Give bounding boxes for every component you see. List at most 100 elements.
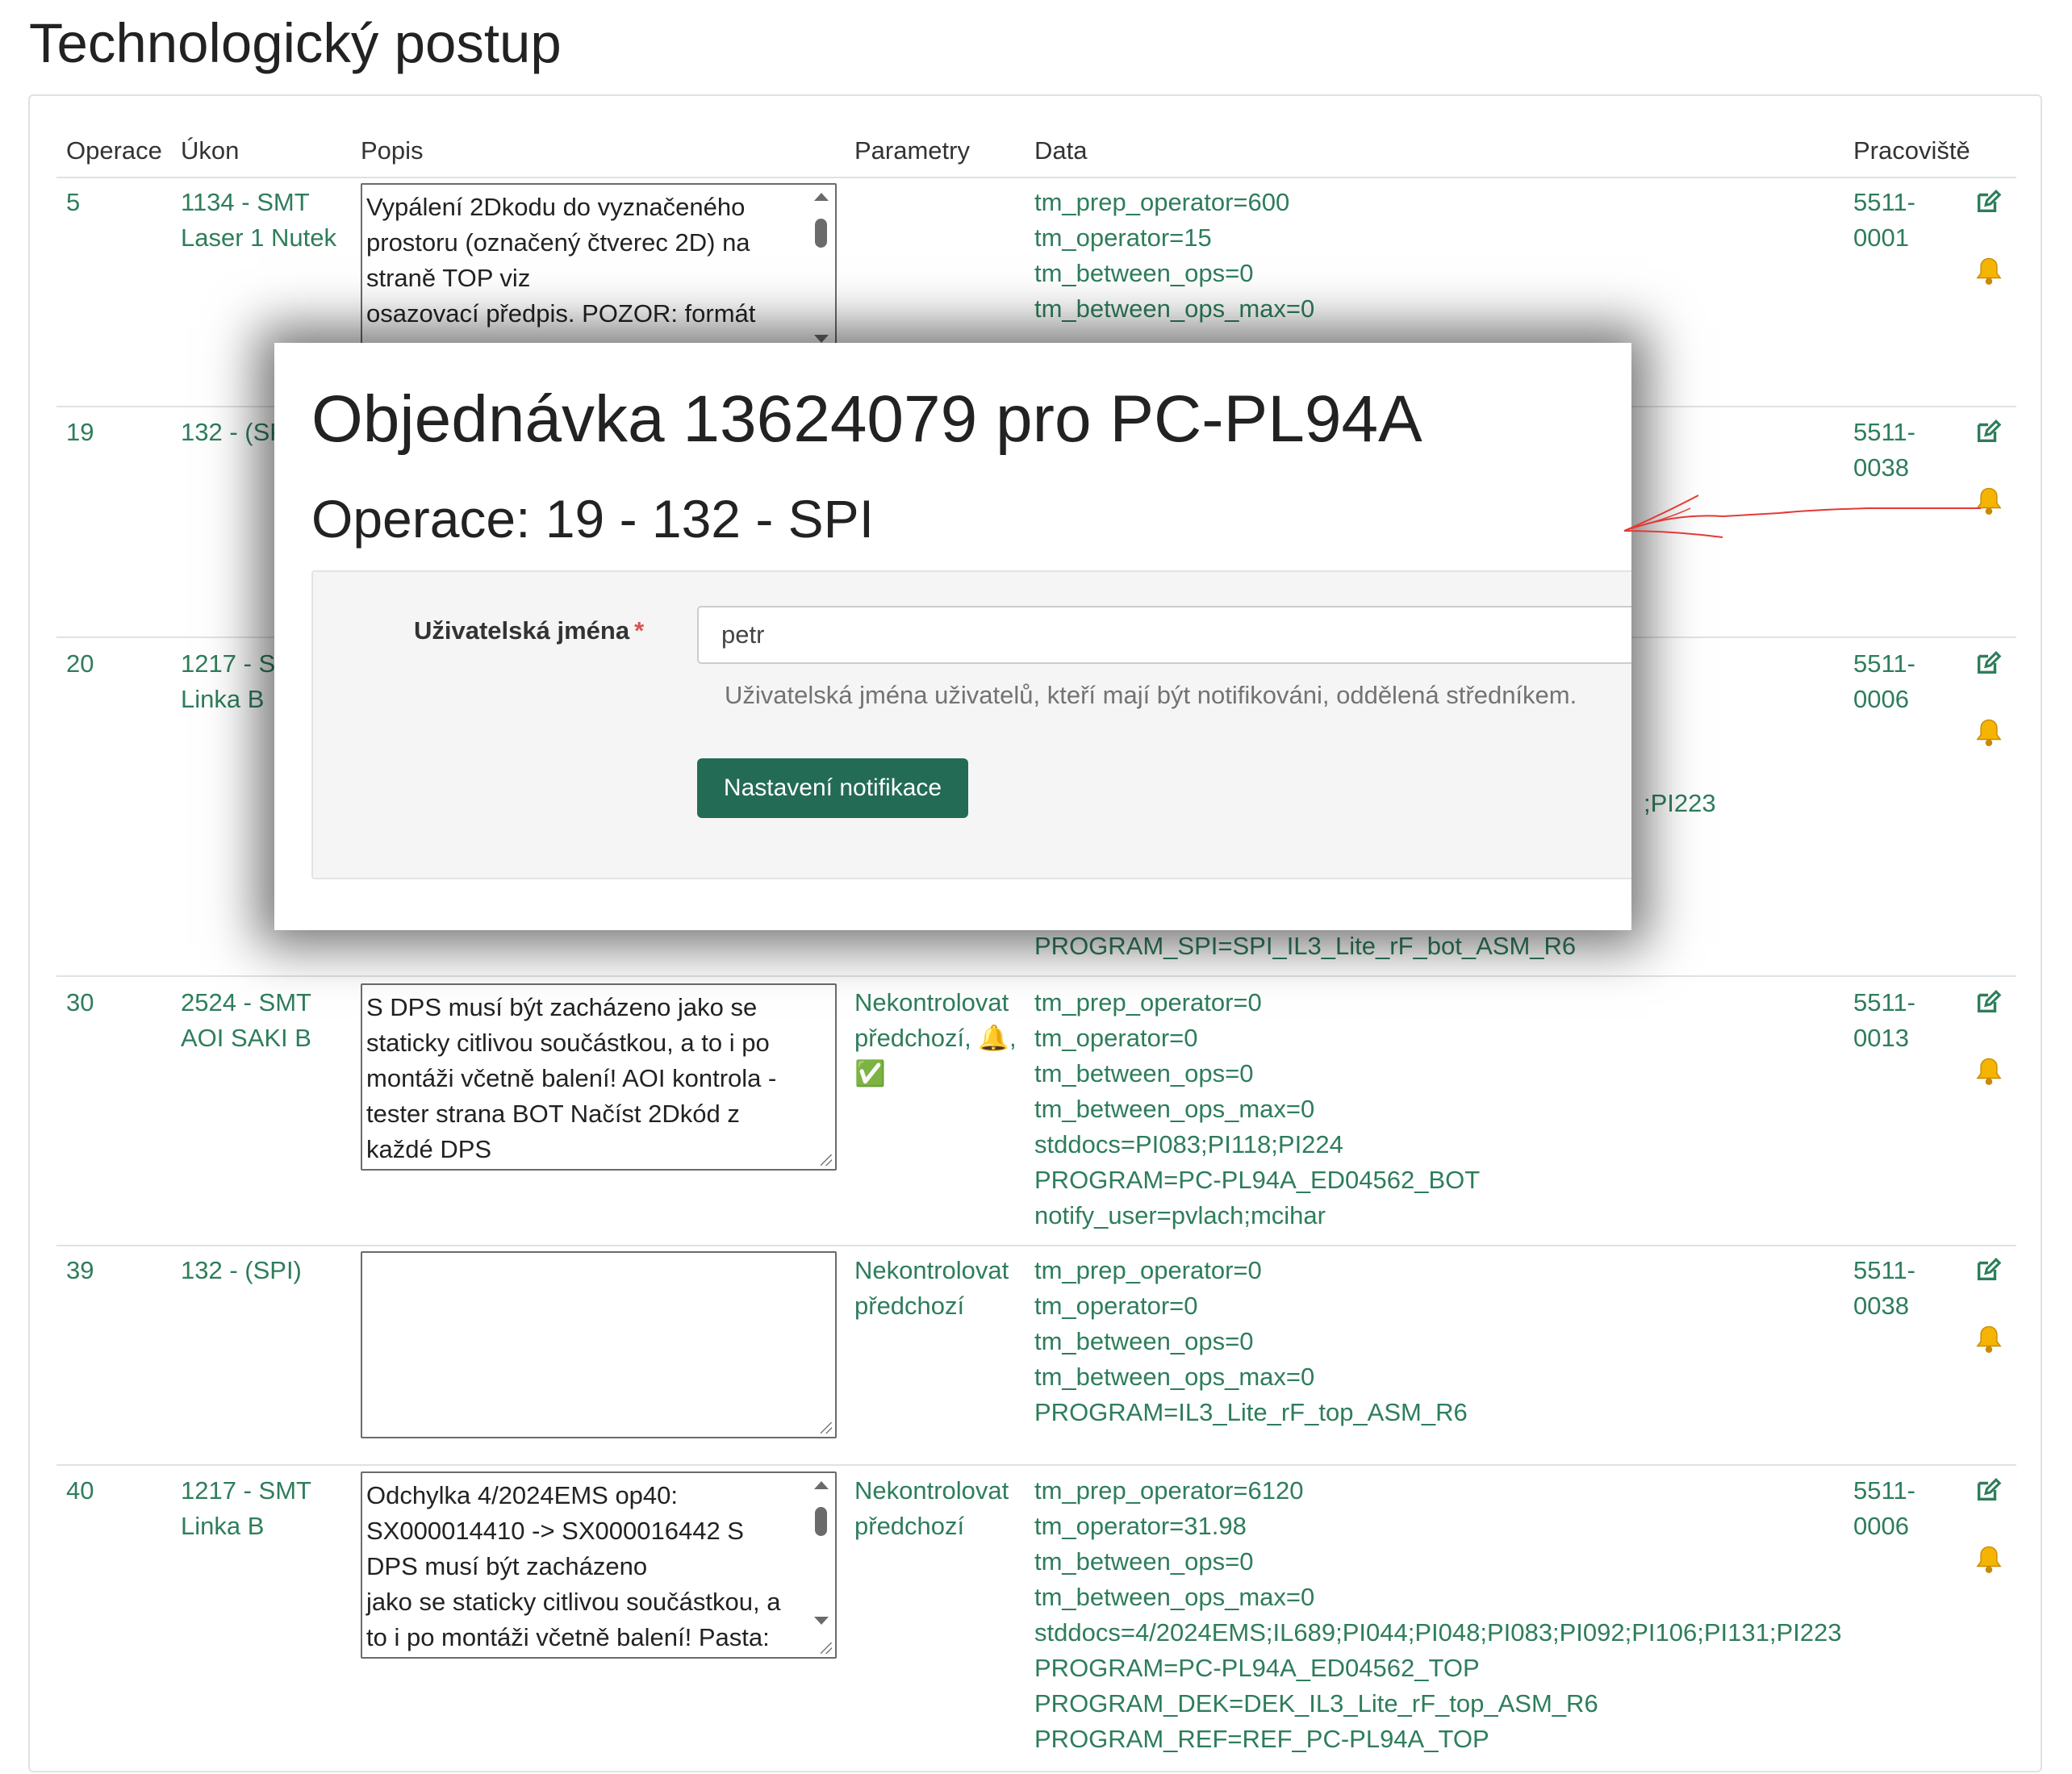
op-number[interactable]: 39 bbox=[66, 1253, 94, 1288]
ukon-line: 1217 - SMT bbox=[181, 1476, 311, 1505]
bell-icon[interactable] bbox=[1975, 1544, 2003, 1575]
data-line: tm_between_ops=0 bbox=[1034, 1327, 1254, 1355]
data-line: tm_between_ops=0 bbox=[1034, 1059, 1254, 1087]
edit-icon[interactable] bbox=[1974, 418, 2002, 445]
param-line: předchozí bbox=[854, 1292, 965, 1320]
pracoviste-line: 0001 bbox=[1853, 223, 1909, 252]
ukon-link[interactable]: 1217 - S Linka B bbox=[181, 646, 275, 717]
popis-textarea[interactable] bbox=[361, 1251, 837, 1438]
bell-icon[interactable] bbox=[1975, 1324, 2003, 1355]
data-line: PROGRAM=IL3_Lite_rF_top_ASM_R6 bbox=[1034, 1398, 1468, 1426]
data-line: PROGRAM_DEK=DEK_IL3_Lite_rF_top_ASM_R6 bbox=[1034, 1689, 1598, 1718]
ukon-link[interactable]: 132 - (SPI) bbox=[181, 1253, 302, 1288]
notification-modal: Objednávka 13624079 pro PC-PL94A Operace… bbox=[274, 343, 1631, 930]
scroll-down-icon[interactable] bbox=[814, 1617, 829, 1625]
check-icon: ✅ bbox=[854, 1059, 886, 1087]
data-list: tm_prep_operator=600 tm_operator=15 tm_b… bbox=[1034, 185, 1314, 327]
annotation-arrow-icon bbox=[1623, 495, 1981, 538]
scroll-down-icon[interactable] bbox=[814, 335, 829, 343]
ukon-line: Laser 1 Nutek bbox=[181, 223, 336, 252]
header-parametry: Parametry bbox=[854, 136, 970, 165]
parametry-list: Nekontrolovat předchozí, 🔔, ✅ bbox=[854, 985, 1017, 1092]
ukon-link[interactable]: 2524 - SMT AOI SAKI B bbox=[181, 985, 311, 1056]
edit-icon[interactable] bbox=[1974, 188, 2002, 215]
pracoviste-line: 0038 bbox=[1853, 1292, 1909, 1320]
data-line: tm_between_ops_max=0 bbox=[1034, 1583, 1315, 1611]
header-data: Data bbox=[1034, 136, 1088, 165]
pracoviste-line: 5511- bbox=[1853, 418, 1915, 446]
data-line: PROGRAM=PC-PL94A_ED04562_TOP bbox=[1034, 1654, 1480, 1682]
op-number[interactable]: 19 bbox=[66, 415, 94, 450]
header-divider bbox=[56, 177, 2016, 178]
scroll-up-icon[interactable] bbox=[814, 193, 829, 201]
usernames-label-text: Uživatelská jména bbox=[414, 616, 630, 645]
pracoviste-link[interactable]: 5511- 0006 bbox=[1853, 1473, 1915, 1544]
resize-handle-icon[interactable] bbox=[821, 1643, 832, 1654]
op-number[interactable]: 20 bbox=[66, 646, 94, 682]
edit-icon[interactable] bbox=[1974, 988, 2002, 1016]
modal-title: Objednávka 13624079 pro PC-PL94A bbox=[311, 382, 1422, 456]
resize-handle-icon[interactable] bbox=[821, 1422, 832, 1434]
header-pracoviste: Pracoviště bbox=[1853, 136, 1970, 165]
data-line: ;PI223 bbox=[1644, 789, 1716, 817]
data-list: tm_prep_operator=0 tm_operator=0 tm_betw… bbox=[1034, 985, 1480, 1233]
data-list: tm_prep_operator=6120 tm_operator=31.98 … bbox=[1034, 1473, 1842, 1757]
bell-icon[interactable] bbox=[1975, 717, 2003, 748]
pracoviste-line: 0006 bbox=[1853, 1512, 1909, 1540]
param-line: Nekontrolovat bbox=[854, 1256, 1009, 1284]
table-row: 40 1217 - SMT Linka B Odchylka 4/2024EMS… bbox=[30, 1471, 2041, 1774]
edit-icon[interactable] bbox=[1974, 649, 2002, 677]
data-line: tm_operator=0 bbox=[1034, 1024, 1198, 1052]
usernames-label: Uživatelská jména * bbox=[414, 616, 644, 645]
data-line: notify_user=pvlach;mcihar bbox=[1034, 1201, 1326, 1229]
popis-textarea[interactable]: S DPS musí být zacházeno jako se statick… bbox=[361, 983, 837, 1171]
ukon-link[interactable]: 1134 - SMT Laser 1 Nutek bbox=[181, 185, 336, 256]
data-line: stddocs=PI083;PI118;PI224 bbox=[1034, 1130, 1343, 1158]
set-notification-button[interactable]: Nastavení notifikace bbox=[697, 758, 968, 818]
data-line: tm_prep_operator=0 bbox=[1034, 1256, 1262, 1284]
usernames-help: Uživatelská jména uživatelů, kteří mají … bbox=[725, 681, 1577, 709]
page-title: Technologický postup bbox=[29, 12, 562, 74]
modal-subtitle: Operace: 19 - 132 - SPI bbox=[311, 489, 875, 549]
popis-textarea[interactable]: Vypálení 2Dkodu do vyznačeného prostoru … bbox=[361, 183, 837, 353]
popis-textarea[interactable]: Odchylka 4/2024EMS op40: SX000014410 -> … bbox=[361, 1471, 837, 1659]
parametry-list: Nekontrolovat předchozí bbox=[854, 1473, 1009, 1544]
pracoviste-link[interactable]: 5511- 0006 bbox=[1853, 646, 1915, 717]
ukon-link[interactable]: 1217 - SMT Linka B bbox=[181, 1473, 311, 1544]
bell-icon[interactable] bbox=[1975, 256, 2003, 286]
pracoviste-line: 5511- bbox=[1853, 649, 1915, 678]
bell-icon[interactable] bbox=[1975, 1056, 2003, 1087]
pracoviste-link[interactable]: 5511- 0013 bbox=[1853, 985, 1915, 1056]
scrollbar-thumb[interactable] bbox=[815, 219, 827, 248]
pracoviste-link[interactable]: 5511- 0038 bbox=[1853, 415, 1915, 486]
op-number[interactable]: 30 bbox=[66, 985, 94, 1021]
data-line: PROGRAM_REF=REF_PC-PL94A_TOP bbox=[1034, 1725, 1489, 1753]
data-line: PROGRAM=PC-PL94A_ED04562_BOT bbox=[1034, 1166, 1481, 1194]
op-number[interactable]: 5 bbox=[66, 185, 80, 220]
pracoviste-link[interactable]: 5511- 0001 bbox=[1853, 185, 1915, 256]
pracoviste-link[interactable]: 5511- 0038 bbox=[1853, 1253, 1915, 1324]
data-list: tm_prep_operator=0 tm_operator=0 tm_betw… bbox=[1034, 1253, 1468, 1430]
data-line: tm_prep_operator=0 bbox=[1034, 988, 1262, 1016]
resize-handle-icon[interactable] bbox=[821, 1154, 832, 1166]
ukon-link[interactable]: 132 - (SP bbox=[181, 415, 286, 450]
ukon-line: AOI SAKI B bbox=[181, 1024, 311, 1052]
header-ukon: Úkon bbox=[181, 136, 240, 165]
ukon-line: 1134 - SMT bbox=[181, 188, 310, 216]
edit-icon[interactable] bbox=[1974, 1256, 2002, 1284]
data-line: PROGRAM_SPI=SPI_IL3_Lite_rF_bot_ASM_R6 bbox=[1034, 932, 1577, 960]
param-line: předchozí bbox=[854, 1512, 965, 1540]
op-number[interactable]: 40 bbox=[66, 1473, 94, 1509]
ukon-line: 2524 - SMT bbox=[181, 988, 311, 1016]
usernames-input[interactable] bbox=[697, 606, 1631, 664]
edit-icon[interactable] bbox=[1974, 1476, 2002, 1504]
ukon-line: Linka B bbox=[181, 1512, 265, 1540]
scrollbar-thumb[interactable] bbox=[815, 1507, 827, 1536]
parametry-list: Nekontrolovat předchozí bbox=[854, 1253, 1009, 1324]
param-line: Nekontrolovat bbox=[854, 988, 1009, 1016]
data-line: tm_prep_operator=6120 bbox=[1034, 1476, 1304, 1505]
popis-text: Odchylka 4/2024EMS op40: SX000014410 -> … bbox=[366, 1481, 781, 1651]
pracoviste-line: 0013 bbox=[1853, 1024, 1909, 1052]
scroll-up-icon[interactable] bbox=[814, 1481, 829, 1489]
popis-text: S DPS musí být zacházeno jako se statick… bbox=[366, 993, 783, 1163]
